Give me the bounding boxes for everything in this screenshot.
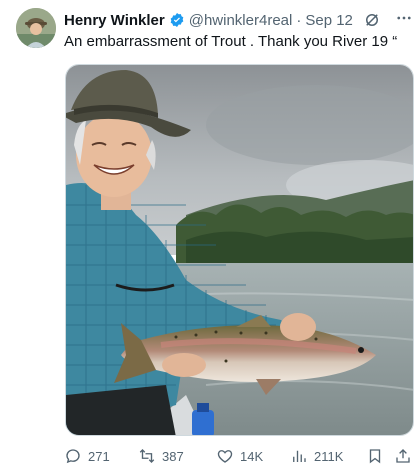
reply-count: 271 (88, 448, 110, 464)
repost-button[interactable]: 387 (138, 447, 184, 465)
share-icon (396, 449, 410, 463)
author-handle[interactable]: @hwinkler4real (189, 12, 293, 29)
like-icon (217, 450, 233, 463)
views-icon (293, 450, 306, 462)
verified-badge-icon[interactable] (169, 12, 185, 28)
tweet-date[interactable]: Sep 12 (305, 12, 353, 29)
tweet-header: Henry Winkler @hwinkler4real · Sep 12 (64, 10, 411, 30)
author-name[interactable]: Henry Winkler (64, 12, 165, 29)
reply-icon (66, 449, 80, 464)
views-button[interactable]: 211K (290, 447, 343, 465)
tweet-text: An embarrassment of Trout . Thank you Ri… (64, 33, 398, 50)
action-bar: 271 387 14K 211K (64, 444, 412, 468)
more-icon[interactable] (395, 9, 413, 31)
avatar[interactable] (16, 8, 56, 48)
reply-button[interactable]: 271 (64, 447, 110, 465)
like-count: 14K (240, 448, 264, 464)
views-count: 211K (314, 448, 344, 464)
grok-icon[interactable] (363, 11, 381, 29)
repost-count: 387 (162, 448, 184, 464)
separator-dot: · (296, 11, 302, 29)
share-button[interactable] (394, 447, 412, 465)
like-button[interactable]: 14K (216, 447, 263, 465)
tweet-photo[interactable] (65, 64, 414, 436)
bookmark-button[interactable] (366, 447, 384, 465)
repost-icon (139, 449, 155, 463)
bookmark-icon (369, 449, 381, 464)
